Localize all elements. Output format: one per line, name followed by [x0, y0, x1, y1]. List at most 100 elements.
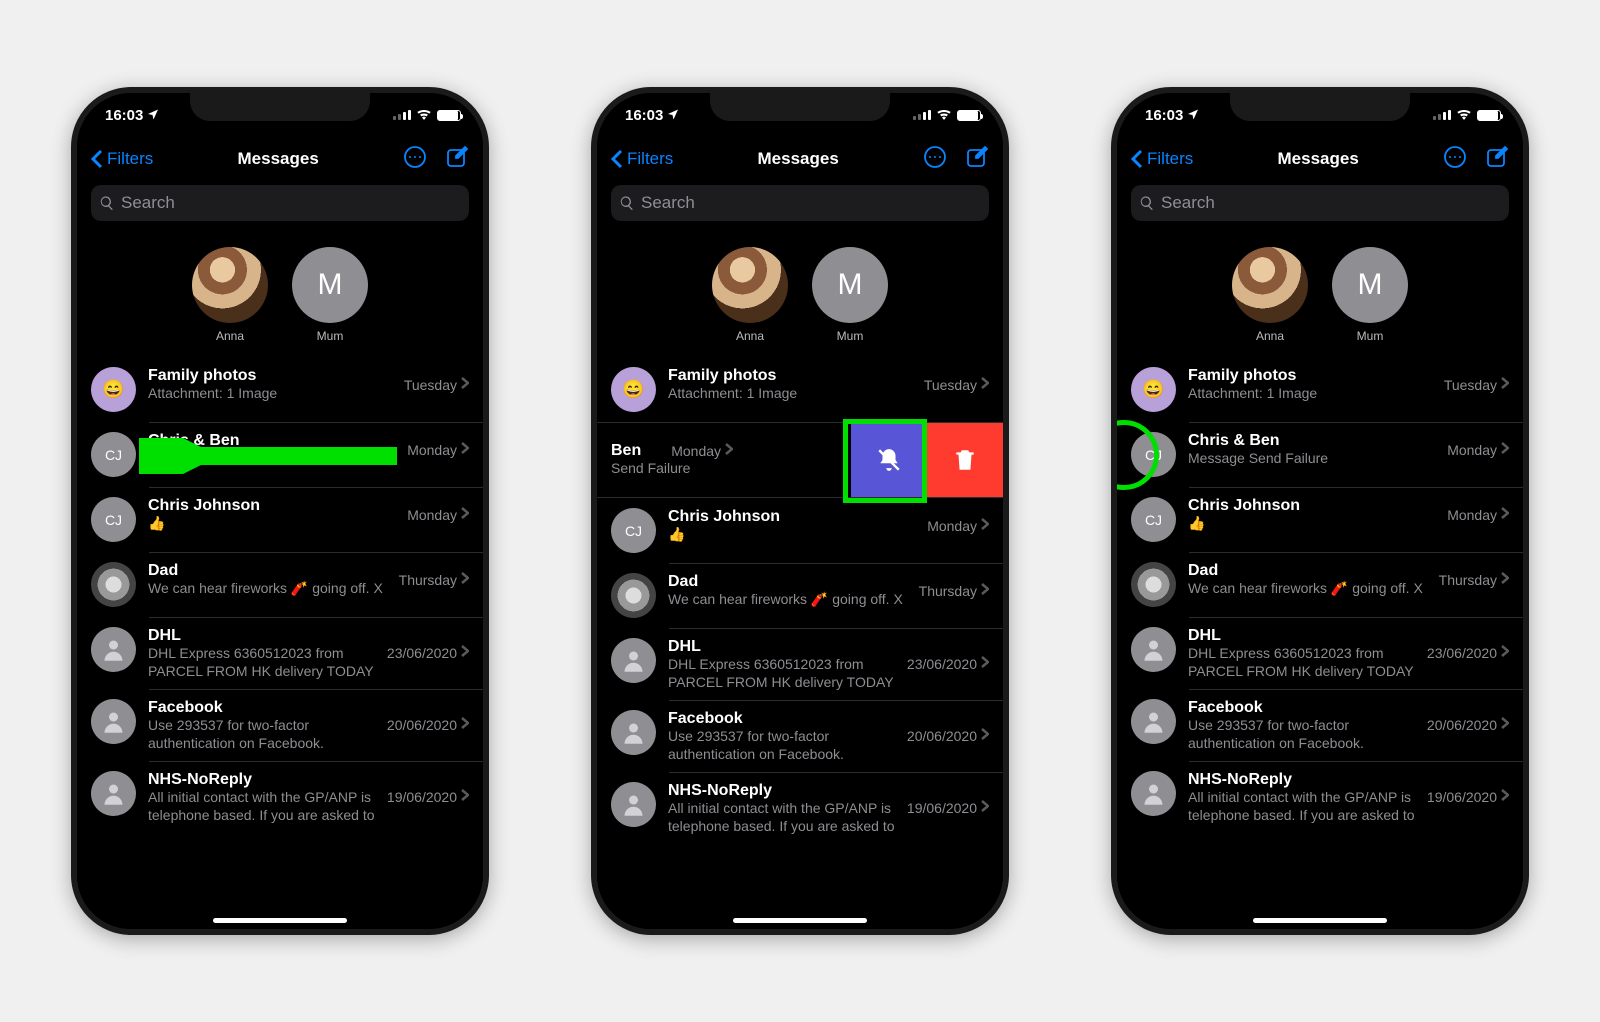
page-title: Messages [1278, 149, 1359, 169]
avatar [91, 627, 136, 672]
conversation-date: Monday [1447, 507, 1497, 523]
search-field[interactable]: Search [1131, 185, 1509, 221]
pinned-section: Anna M Mum [1117, 221, 1523, 357]
conversation-title: Chris Johnson [1188, 497, 1439, 515]
pinned-contact[interactable]: M Mum [292, 247, 368, 343]
compose-button[interactable] [1485, 145, 1509, 174]
search-field[interactable]: Search [611, 185, 989, 221]
pinned-contact[interactable]: Anna [1232, 247, 1308, 343]
notch [190, 93, 370, 121]
swipe-delete-button[interactable] [927, 423, 1003, 497]
chevron-right-icon [1501, 376, 1509, 394]
conversation-row[interactable]: Dad We can hear fireworks 🧨 going off. X… [1117, 552, 1523, 617]
conversation-row[interactable]: NHS-NoReply All initial contact with the… [1117, 761, 1523, 833]
chevron-right-icon [461, 788, 469, 806]
battery-icon [957, 110, 981, 121]
back-button[interactable]: Filters [1131, 149, 1193, 169]
search-icon [1139, 195, 1155, 211]
wifi-icon [936, 107, 952, 124]
chevron-right-icon [461, 716, 469, 734]
phone-3: 16:03 Filters Messages Search [1111, 87, 1529, 935]
conversation-row[interactable]: Facebook Use 293537 for two-factor authe… [1117, 689, 1523, 761]
conversation-row[interactable]: CJ Chris Johnson 👍 Monday [77, 487, 483, 552]
home-indicator[interactable] [1253, 918, 1387, 923]
conversation-title: NHS-NoReply [1188, 771, 1419, 789]
home-indicator[interactable] [213, 918, 347, 923]
back-button[interactable]: Filters [611, 149, 673, 169]
conversation-row[interactable]: Facebook Use 293537 for two-factor authe… [597, 700, 1003, 772]
conversation-row[interactable]: NHS-NoReply All initial contact with the… [77, 761, 483, 833]
avatar [611, 573, 656, 618]
pinned-contact[interactable]: M Mum [812, 247, 888, 343]
search-placeholder: Search [1161, 193, 1215, 213]
conversation-list[interactable]: 😄 Family photos Attachment: 1 Image Tues… [1117, 357, 1523, 929]
pinned-contact[interactable]: M Mum [1332, 247, 1408, 343]
conversation-preview: Use 293537 for two-factor authentication… [1188, 717, 1419, 751]
avatar: 😄 [91, 367, 136, 412]
more-button[interactable] [923, 145, 947, 174]
avatar [611, 710, 656, 755]
more-button[interactable] [1443, 145, 1467, 174]
conversation-date: 23/06/2020 [387, 645, 457, 661]
cellular-icon [913, 110, 931, 120]
notch [1230, 93, 1410, 121]
compose-button[interactable] [445, 145, 469, 174]
chevron-right-icon [981, 727, 989, 745]
conversation-row[interactable]: 😄 Family photos Attachment: 1 Image Tues… [597, 357, 1003, 422]
conversation-preview: Message Send Failure [1188, 450, 1439, 468]
conversation-row-muted[interactable]: CJ Chris & Ben Message Send Failure Mond… [1117, 422, 1523, 487]
pinned-contact[interactable]: Anna [712, 247, 788, 343]
conversation-row[interactable]: Dad We can hear fireworks 🧨 going off. X… [597, 563, 1003, 628]
conversation-row[interactable]: DHL DHL Express 6360512023 from PARCEL F… [77, 617, 483, 689]
do-not-disturb-icon [1117, 442, 1137, 473]
conversation-title: Dad [668, 573, 911, 591]
back-label: Filters [1147, 149, 1193, 169]
conversation-row[interactable]: DHL DHL Express 6360512023 from PARCEL F… [597, 628, 1003, 700]
back-label: Filters [107, 149, 153, 169]
conversation-row[interactable]: Facebook Use 293537 for two-factor authe… [77, 689, 483, 761]
battery-icon [437, 110, 461, 121]
conversation-row[interactable]: CJ Chris Johnson 👍 Monday [1117, 487, 1523, 552]
compose-button[interactable] [965, 145, 989, 174]
avatar: CJ [1131, 432, 1176, 477]
home-indicator[interactable] [733, 918, 867, 923]
conversation-row[interactable]: 😄 Family photos Attachment: 1 Image Tues… [1117, 357, 1523, 422]
conversation-row[interactable]: DHL DHL Express 6360512023 from PARCEL F… [1117, 617, 1523, 689]
conversation-date: Tuesday [1444, 377, 1497, 393]
avatar: 😄 [1131, 367, 1176, 412]
conversation-preview: 👍 [1188, 515, 1439, 533]
conversation-preview: Attachment: 1 Image [148, 385, 396, 403]
conversation-row[interactable]: NHS-NoReply All initial contact with the… [597, 772, 1003, 844]
back-button[interactable]: Filters [91, 149, 153, 169]
conversation-preview: DHL Express 6360512023 from PARCEL FROM … [668, 656, 899, 690]
location-icon [1187, 107, 1199, 124]
notch [710, 93, 890, 121]
pinned-section: Anna M Mum [597, 221, 1003, 357]
phone-1: 16:03 Filters Messages [71, 87, 489, 935]
conversation-list[interactable]: 😄 Family photos Attachment: 1 Image Tues… [77, 357, 483, 929]
conversation-title: DHL [148, 627, 379, 645]
conversation-title: NHS-NoReply [148, 771, 379, 789]
conversation-list[interactable]: 😄 Family photos Attachment: 1 Image Tues… [597, 357, 1003, 929]
conversation-row[interactable]: Dad We can hear fireworks 🧨 going off. X… [77, 552, 483, 617]
conversation-date: Monday [671, 443, 721, 459]
conversation-preview: Use 293537 for two-factor authentication… [668, 728, 899, 762]
phone-2: 16:03 Filters Messages Search [591, 87, 1009, 935]
conversation-row[interactable]: CJ Chris Johnson 👍 Monday [597, 498, 1003, 563]
conversation-title: Chris & Ben [1188, 432, 1439, 450]
conversation-date: Tuesday [924, 377, 977, 393]
conversation-date: 20/06/2020 [907, 728, 977, 744]
swipe-hide-alerts-button[interactable] [851, 423, 927, 497]
avatar [611, 638, 656, 683]
conversation-row-swiped[interactable]: Ben Monday Send Failure [597, 422, 1003, 498]
conversation-date: Tuesday [404, 377, 457, 393]
pinned-contact[interactable]: Anna [192, 247, 268, 343]
search-placeholder: Search [641, 193, 695, 213]
more-button[interactable] [403, 145, 427, 174]
avatar: M [812, 247, 888, 323]
conversation-row[interactable]: CJ Chris & Ben Message Send Failure Mond… [77, 422, 483, 487]
chevron-right-icon [981, 582, 989, 600]
conversation-preview: 👍 [148, 515, 399, 533]
conversation-row[interactable]: 😄 Family photos Attachment: 1 Image Tues… [77, 357, 483, 422]
search-field[interactable]: Search [91, 185, 469, 221]
